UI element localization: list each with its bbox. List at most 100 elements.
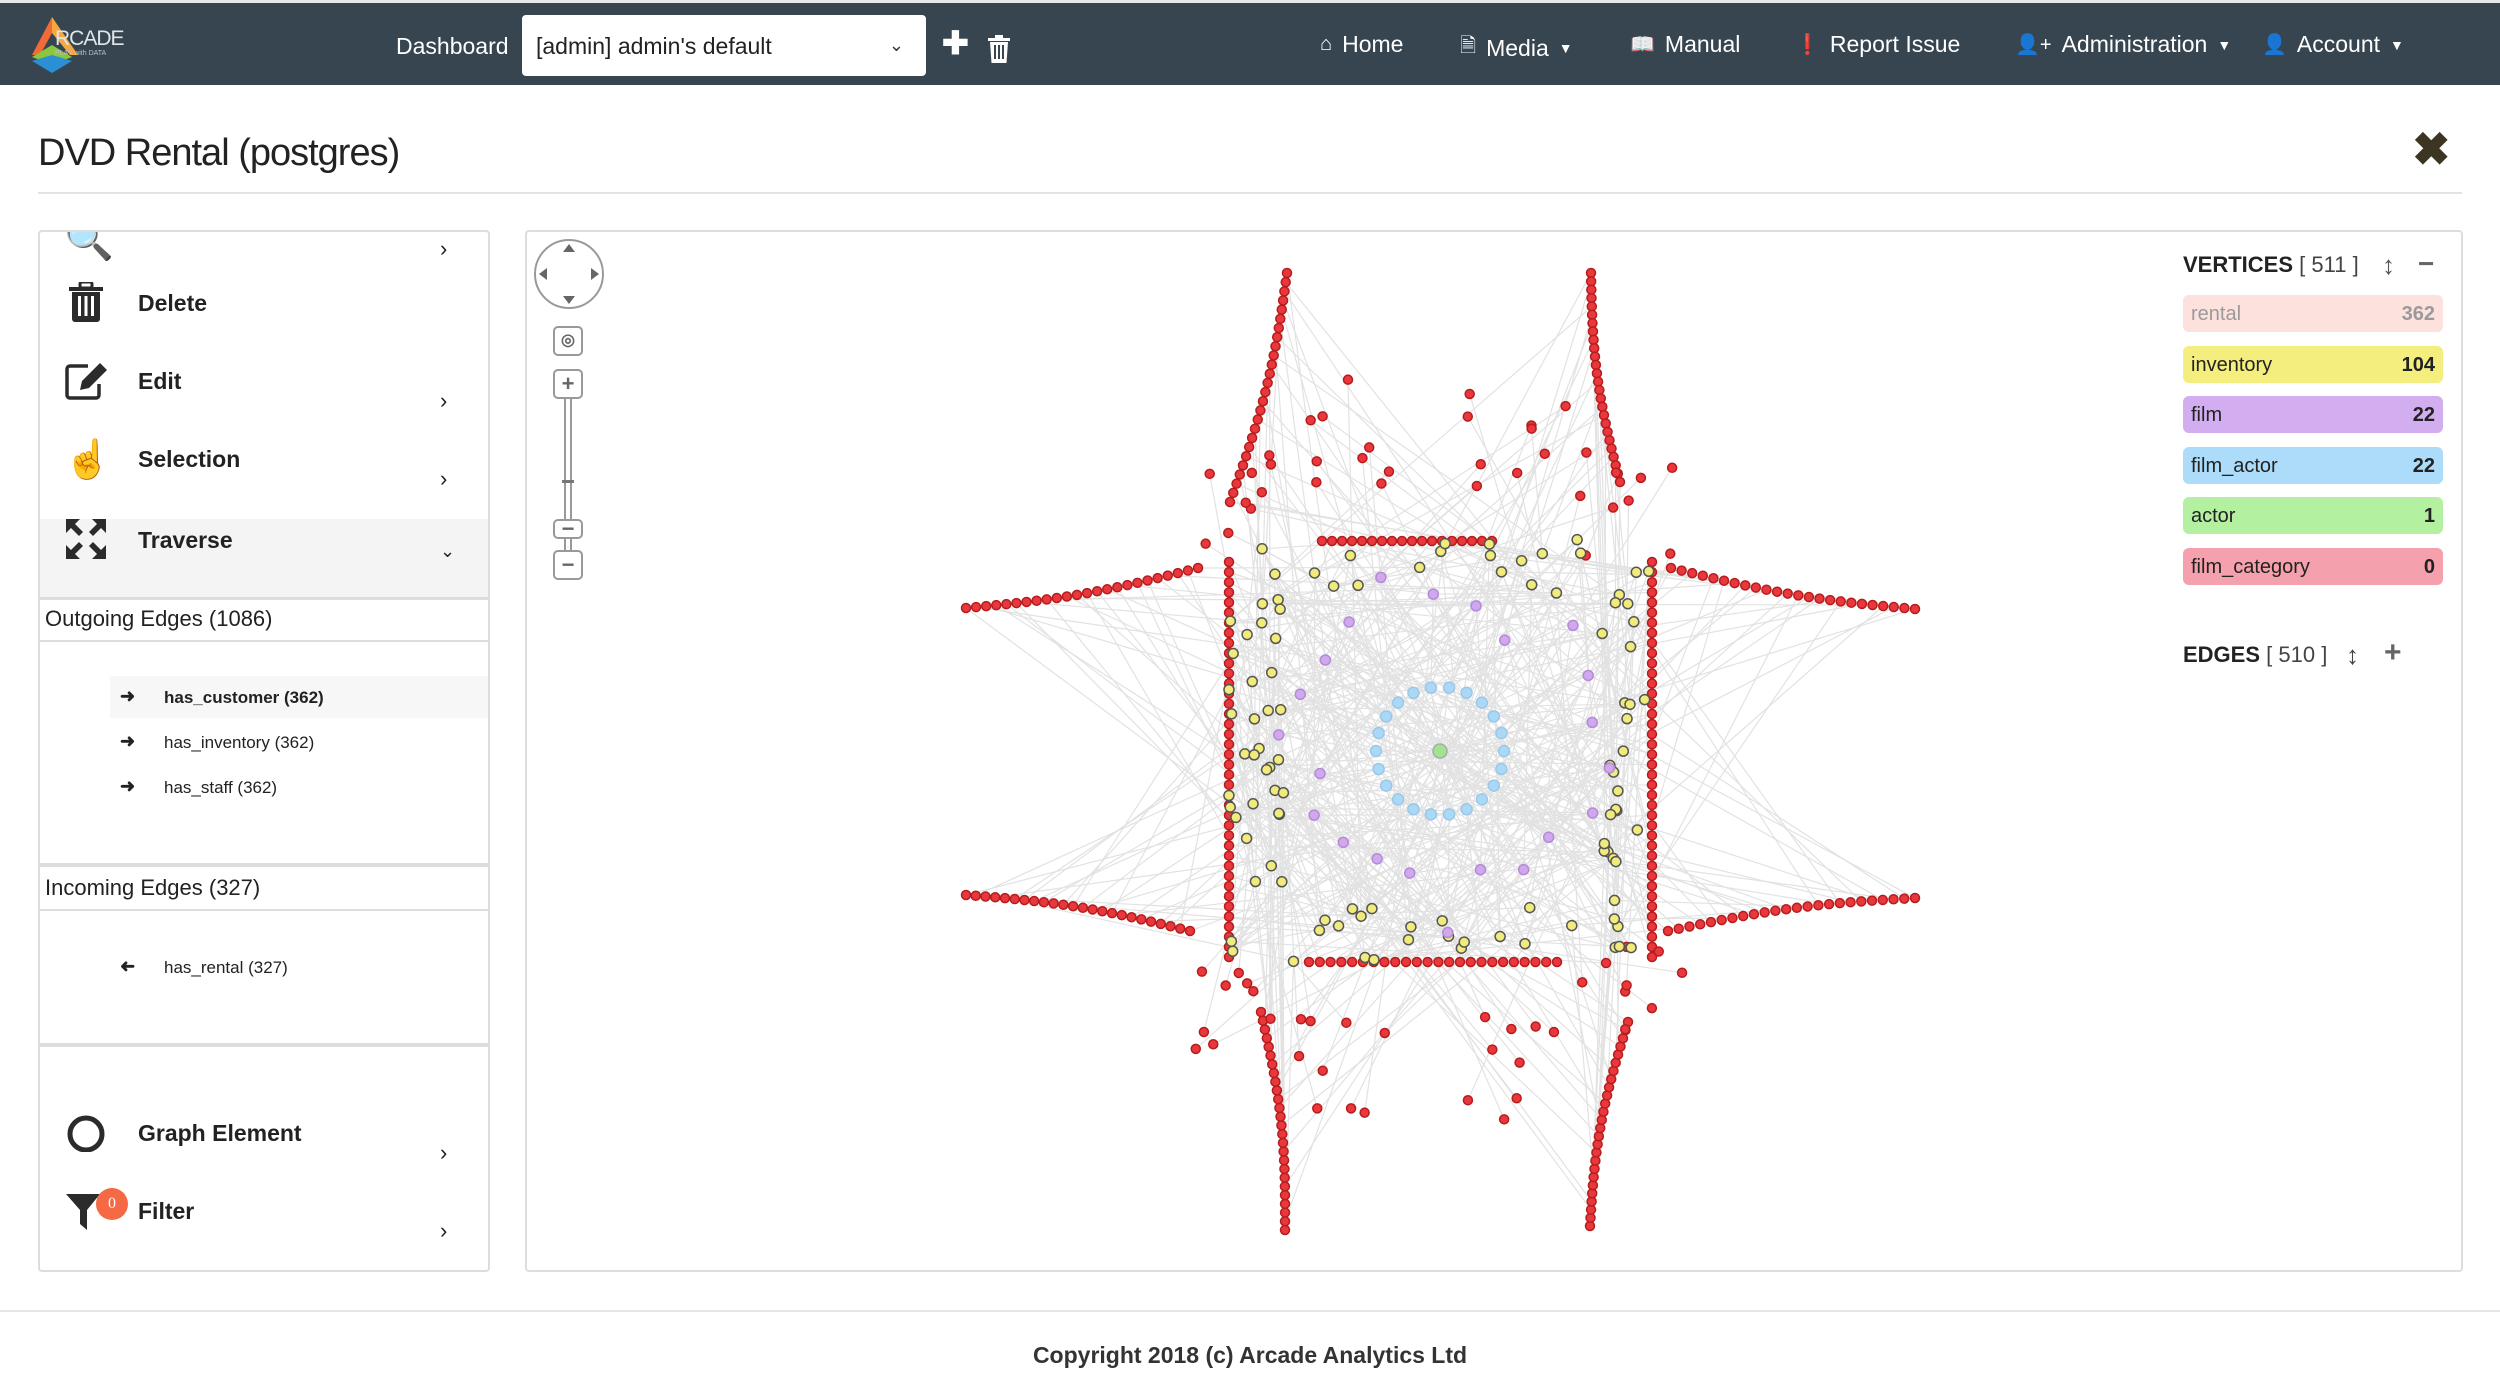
rental-node[interactable] bbox=[1646, 749, 1658, 760]
inventory-node[interactable] bbox=[1332, 920, 1345, 932]
rental-node[interactable] bbox=[1416, 535, 1428, 547]
rental-node[interactable] bbox=[1422, 956, 1433, 968]
rental-node[interactable] bbox=[1835, 596, 1846, 607]
rental-node[interactable] bbox=[1476, 956, 1487, 968]
film-actor-node[interactable] bbox=[1407, 686, 1420, 700]
rental-node[interactable] bbox=[1357, 452, 1368, 464]
rental-node[interactable] bbox=[1311, 476, 1322, 488]
inventory-node[interactable] bbox=[1319, 914, 1331, 926]
rental-node[interactable] bbox=[1314, 956, 1326, 968]
rental-node[interactable] bbox=[1021, 596, 1032, 608]
rental-node[interactable] bbox=[1646, 840, 1658, 851]
rental-node[interactable] bbox=[1646, 769, 1658, 780]
film-node[interactable] bbox=[1474, 863, 1487, 876]
inventory-node[interactable] bbox=[1612, 785, 1624, 797]
rental-node[interactable] bbox=[1456, 535, 1468, 547]
legend-row-film[interactable]: film 22 bbox=[2183, 396, 2443, 433]
inventory-node[interactable] bbox=[1608, 894, 1621, 907]
rental-node[interactable] bbox=[1646, 587, 1658, 598]
rental-node[interactable] bbox=[1071, 589, 1083, 601]
rental-node[interactable] bbox=[1248, 985, 1259, 997]
rental-node[interactable] bbox=[1155, 918, 1167, 930]
inventory-node[interactable] bbox=[1256, 598, 1269, 610]
rental-node[interactable] bbox=[1263, 1041, 1274, 1053]
rental-node[interactable] bbox=[1508, 956, 1520, 968]
rental-node[interactable] bbox=[1223, 921, 1235, 932]
rental-node[interactable] bbox=[1175, 923, 1186, 934]
rental-node[interactable] bbox=[1396, 535, 1408, 547]
rental-node[interactable] bbox=[1266, 1059, 1278, 1070]
inventory-node[interactable] bbox=[1515, 554, 1528, 567]
film-node[interactable] bbox=[1375, 571, 1387, 584]
rental-node[interactable] bbox=[1224, 496, 1236, 508]
rental-node[interactable] bbox=[1281, 267, 1293, 279]
rental-node[interactable] bbox=[1750, 582, 1762, 593]
rental-node[interactable] bbox=[1326, 535, 1338, 547]
rental-node[interactable] bbox=[1274, 1102, 1285, 1114]
rental-node[interactable] bbox=[1268, 1067, 1280, 1079]
pan-control[interactable] bbox=[533, 238, 605, 310]
rental-node[interactable] bbox=[1106, 907, 1118, 919]
rental-node[interactable] bbox=[1279, 1207, 1291, 1218]
rental-node[interactable] bbox=[1359, 1107, 1370, 1118]
rental-node[interactable] bbox=[1665, 548, 1676, 559]
rental-node[interactable] bbox=[1740, 580, 1751, 591]
rental-node[interactable] bbox=[1454, 956, 1466, 968]
rental-node[interactable] bbox=[1497, 956, 1509, 968]
rental-node[interactable] bbox=[1560, 400, 1571, 412]
rental-node[interactable] bbox=[1132, 577, 1143, 589]
rental-node[interactable] bbox=[1646, 708, 1658, 720]
zoom-in-button[interactable]: + bbox=[553, 369, 583, 399]
zoom-slider-handle[interactable]: − bbox=[553, 518, 583, 540]
inventory-node[interactable] bbox=[1405, 921, 1417, 933]
rental-node[interactable] bbox=[1001, 598, 1012, 610]
inventory-node[interactable] bbox=[1223, 789, 1235, 802]
rental-node[interactable] bbox=[1443, 956, 1455, 968]
rental-node[interactable] bbox=[1264, 450, 1275, 461]
rental-node[interactable] bbox=[1376, 535, 1388, 547]
rental-node[interactable] bbox=[1620, 1023, 1631, 1035]
rental-node[interactable] bbox=[1718, 575, 1730, 586]
film-node[interactable] bbox=[1603, 762, 1616, 774]
rental-node[interactable] bbox=[1646, 637, 1658, 649]
rental-node[interactable] bbox=[1345, 1103, 1357, 1114]
inventory-node[interactable] bbox=[1248, 749, 1260, 761]
rental-node[interactable] bbox=[1823, 898, 1835, 910]
nav-administration[interactable]: 👤+ Administration ▼ bbox=[2015, 31, 2231, 58]
rental-node[interactable] bbox=[980, 891, 991, 902]
rental-node[interactable] bbox=[1666, 462, 1678, 474]
rental-node[interactable] bbox=[1604, 434, 1615, 446]
inventory-node[interactable] bbox=[1226, 945, 1239, 957]
rental-node[interactable] bbox=[1270, 1076, 1281, 1088]
inventory-node[interactable] bbox=[1262, 704, 1274, 717]
inventory-node[interactable] bbox=[1260, 764, 1273, 776]
rental-node[interactable] bbox=[1540, 956, 1552, 968]
inventory-node[interactable] bbox=[1436, 915, 1448, 927]
rental-node[interactable] bbox=[1270, 341, 1281, 352]
rental-node[interactable] bbox=[1346, 956, 1358, 968]
rental-node[interactable] bbox=[1112, 581, 1123, 593]
inventory-node[interactable] bbox=[1277, 787, 1290, 799]
film-node[interactable] bbox=[1273, 729, 1285, 741]
rental-node[interactable] bbox=[1646, 901, 1658, 912]
nav-manual[interactable]: 📖 Manual bbox=[1630, 31, 1740, 58]
inventory-node[interactable] bbox=[1519, 937, 1531, 950]
inventory-node[interactable] bbox=[1536, 547, 1549, 560]
rental-node[interactable] bbox=[1259, 1024, 1271, 1035]
inventory-node[interactable] bbox=[1308, 567, 1321, 579]
rental-node[interactable] bbox=[1646, 789, 1658, 801]
rental-node[interactable] bbox=[1223, 556, 1235, 568]
sidebar-item-delete[interactable]: Delete bbox=[40, 280, 488, 360]
inventory-node[interactable] bbox=[1225, 935, 1238, 948]
rental-node[interactable] bbox=[1646, 647, 1658, 659]
inventory-node[interactable] bbox=[1269, 568, 1281, 580]
legend-row-actor[interactable]: actor 1 bbox=[2183, 497, 2443, 534]
inventory-node[interactable] bbox=[1240, 832, 1253, 845]
rental-node[interactable] bbox=[1589, 351, 1601, 362]
rental-node[interactable] bbox=[1433, 956, 1444, 968]
film-actor-node[interactable] bbox=[1487, 710, 1501, 723]
inventory-node[interactable] bbox=[1248, 713, 1261, 725]
rental-node[interactable] bbox=[1646, 1002, 1658, 1014]
rental-node[interactable] bbox=[1813, 900, 1824, 911]
rental-node[interactable] bbox=[1279, 1181, 1291, 1192]
